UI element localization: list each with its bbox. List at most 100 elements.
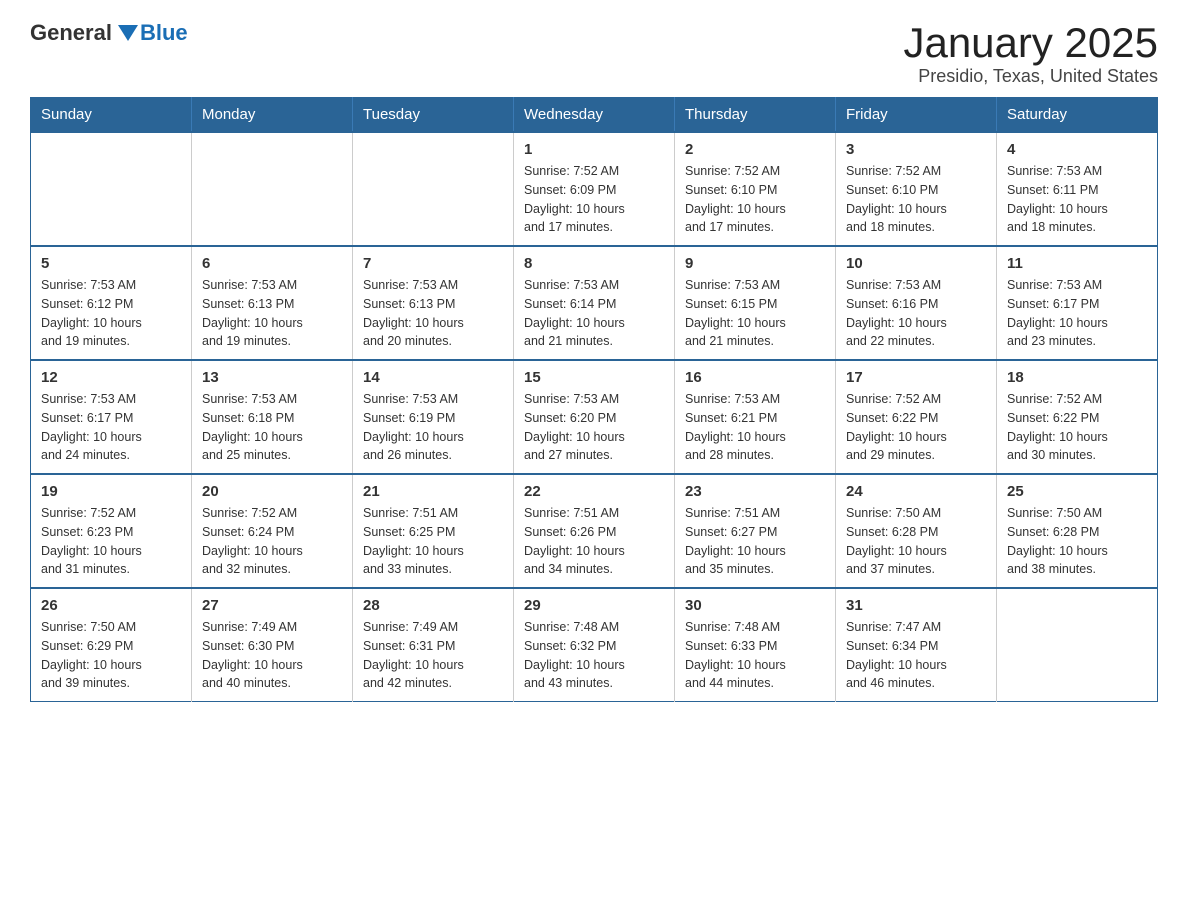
day-number: 31 [846, 597, 986, 614]
page-header: General Blue January 2025 Presidio, Texa… [30, 20, 1158, 87]
calendar-cell: 26Sunrise: 7:50 AM Sunset: 6:29 PM Dayli… [31, 588, 192, 702]
calendar-body: 1 Sunrise: 7:52 AM Sunset: 6:09 PM Daylig… [31, 132, 1158, 702]
calendar-table: SundayMondayTuesdayWednesdayThursdayFrid… [30, 97, 1158, 702]
calendar-cell: 22 Sunrise: 7:51 AM Sunset: 6:26 PM Dayli… [514, 474, 675, 588]
day-info: Sunrise: 7:53 AM Sunset: 6:12 PM Dayligh… [41, 276, 181, 351]
day-of-week-header: Tuesday [353, 98, 514, 133]
day-info: Sunrise: 7:52 AM Sunset: 6:22 PM Dayligh… [1007, 390, 1147, 465]
day-info: Sunrise: 7:52 AM Sunset: 6:10 PM Dayligh… [685, 162, 825, 237]
day-number: 7 [363, 255, 503, 272]
calendar-cell: 4 Sunrise: 7:53 AM Sunset: 6:11 PM Daylig… [997, 132, 1158, 246]
day-info: Sunrise: 7:53 AM Sunset: 6:13 PM Dayligh… [202, 276, 342, 351]
day-number: 13 [202, 369, 342, 386]
day-number: 26 [41, 597, 181, 614]
calendar-cell: 31 Sunrise: 7:47 AM Sunset: 6:34 PM Dayli… [836, 588, 997, 702]
day-of-week-header: Saturday [997, 98, 1158, 133]
calendar-week-row: 26Sunrise: 7:50 AM Sunset: 6:29 PM Dayli… [31, 588, 1158, 702]
day-info: Sunrise: 7:52 AM Sunset: 6:09 PM Dayligh… [524, 162, 664, 237]
day-info: Sunrise: 7:53 AM Sunset: 6:11 PM Dayligh… [1007, 162, 1147, 237]
day-info: Sunrise: 7:53 AM Sunset: 6:18 PM Dayligh… [202, 390, 342, 465]
day-info: Sunrise: 7:51 AM Sunset: 6:26 PM Dayligh… [524, 504, 664, 579]
day-info: Sunrise: 7:52 AM Sunset: 6:10 PM Dayligh… [846, 162, 986, 237]
day-number: 8 [524, 255, 664, 272]
day-info: Sunrise: 7:53 AM Sunset: 6:14 PM Dayligh… [524, 276, 664, 351]
day-number: 29 [524, 597, 664, 614]
day-info: Sunrise: 7:51 AM Sunset: 6:25 PM Dayligh… [363, 504, 503, 579]
day-info: Sunrise: 7:53 AM Sunset: 6:13 PM Dayligh… [363, 276, 503, 351]
day-number: 21 [363, 483, 503, 500]
day-number: 14 [363, 369, 503, 386]
title-block: January 2025 Presidio, Texas, United Sta… [903, 20, 1158, 87]
calendar-cell: 5Sunrise: 7:53 AM Sunset: 6:12 PM Daylig… [31, 246, 192, 360]
calendar-week-row: 19Sunrise: 7:52 AM Sunset: 6:23 PM Dayli… [31, 474, 1158, 588]
day-number: 10 [846, 255, 986, 272]
calendar-cell: 10 Sunrise: 7:53 AM Sunset: 6:16 PM Dayli… [836, 246, 997, 360]
calendar-cell: 28 Sunrise: 7:49 AM Sunset: 6:31 PM Dayli… [353, 588, 514, 702]
day-number: 12 [41, 369, 181, 386]
calendar-cell: 15Sunrise: 7:53 AM Sunset: 6:20 PM Dayli… [514, 360, 675, 474]
day-number: 24 [846, 483, 986, 500]
day-info: Sunrise: 7:50 AM Sunset: 6:28 PM Dayligh… [846, 504, 986, 579]
calendar-cell: 1 Sunrise: 7:52 AM Sunset: 6:09 PM Daylig… [514, 132, 675, 246]
page-title: January 2025 [903, 20, 1158, 66]
day-number: 1 [524, 141, 664, 158]
day-info: Sunrise: 7:49 AM Sunset: 6:30 PM Dayligh… [202, 618, 342, 693]
calendar-cell [192, 132, 353, 246]
calendar-cell: 27 Sunrise: 7:49 AM Sunset: 6:30 PM Dayli… [192, 588, 353, 702]
day-number: 3 [846, 141, 986, 158]
calendar-cell: 19Sunrise: 7:52 AM Sunset: 6:23 PM Dayli… [31, 474, 192, 588]
day-number: 9 [685, 255, 825, 272]
calendar-cell: 12 Sunrise: 7:53 AM Sunset: 6:17 PM Dayli… [31, 360, 192, 474]
day-info: Sunrise: 7:53 AM Sunset: 6:16 PM Dayligh… [846, 276, 986, 351]
day-info: Sunrise: 7:48 AM Sunset: 6:32 PM Dayligh… [524, 618, 664, 693]
day-info: Sunrise: 7:52 AM Sunset: 6:24 PM Dayligh… [202, 504, 342, 579]
calendar-cell [353, 132, 514, 246]
day-info: Sunrise: 7:48 AM Sunset: 6:33 PM Dayligh… [685, 618, 825, 693]
calendar-cell: 6 Sunrise: 7:53 AM Sunset: 6:13 PM Daylig… [192, 246, 353, 360]
day-number: 2 [685, 141, 825, 158]
calendar-cell: 11 Sunrise: 7:53 AM Sunset: 6:17 PM Dayli… [997, 246, 1158, 360]
day-number: 22 [524, 483, 664, 500]
day-of-week-header: Friday [836, 98, 997, 133]
logo-triangle-icon [118, 25, 138, 41]
day-number: 11 [1007, 255, 1147, 272]
day-info: Sunrise: 7:53 AM Sunset: 6:17 PM Dayligh… [41, 390, 181, 465]
calendar-cell: 17 Sunrise: 7:52 AM Sunset: 6:22 PM Dayli… [836, 360, 997, 474]
day-number: 16 [685, 369, 825, 386]
calendar-cell: 25Sunrise: 7:50 AM Sunset: 6:28 PM Dayli… [997, 474, 1158, 588]
day-number: 28 [363, 597, 503, 614]
calendar-cell: 14Sunrise: 7:53 AM Sunset: 6:19 PM Dayli… [353, 360, 514, 474]
calendar-cell: 30 Sunrise: 7:48 AM Sunset: 6:33 PM Dayli… [675, 588, 836, 702]
calendar-cell: 21 Sunrise: 7:51 AM Sunset: 6:25 PM Dayli… [353, 474, 514, 588]
calendar-cell [997, 588, 1158, 702]
day-number: 18 [1007, 369, 1147, 386]
calendar-cell: 23 Sunrise: 7:51 AM Sunset: 6:27 PM Dayli… [675, 474, 836, 588]
day-number: 23 [685, 483, 825, 500]
day-number: 6 [202, 255, 342, 272]
day-of-week-header: Wednesday [514, 98, 675, 133]
calendar-cell: 8 Sunrise: 7:53 AM Sunset: 6:14 PM Daylig… [514, 246, 675, 360]
day-number: 27 [202, 597, 342, 614]
day-info: Sunrise: 7:49 AM Sunset: 6:31 PM Dayligh… [363, 618, 503, 693]
day-info: Sunrise: 7:52 AM Sunset: 6:22 PM Dayligh… [846, 390, 986, 465]
calendar-cell: 13 Sunrise: 7:53 AM Sunset: 6:18 PM Dayli… [192, 360, 353, 474]
calendar-cell: 2 Sunrise: 7:52 AM Sunset: 6:10 PM Daylig… [675, 132, 836, 246]
calendar-cell: 20 Sunrise: 7:52 AM Sunset: 6:24 PM Dayli… [192, 474, 353, 588]
day-info: Sunrise: 7:51 AM Sunset: 6:27 PM Dayligh… [685, 504, 825, 579]
day-info: Sunrise: 7:53 AM Sunset: 6:17 PM Dayligh… [1007, 276, 1147, 351]
day-info: Sunrise: 7:47 AM Sunset: 6:34 PM Dayligh… [846, 618, 986, 693]
day-info: Sunrise: 7:52 AM Sunset: 6:23 PM Dayligh… [41, 504, 181, 579]
day-info: Sunrise: 7:53 AM Sunset: 6:21 PM Dayligh… [685, 390, 825, 465]
day-number: 15 [524, 369, 664, 386]
day-number: 4 [1007, 141, 1147, 158]
day-of-week-header: Sunday [31, 98, 192, 133]
day-number: 25 [1007, 483, 1147, 500]
day-number: 17 [846, 369, 986, 386]
calendar-week-row: 1 Sunrise: 7:52 AM Sunset: 6:09 PM Daylig… [31, 132, 1158, 246]
day-number: 20 [202, 483, 342, 500]
page-subtitle: Presidio, Texas, United States [903, 66, 1158, 87]
day-number: 30 [685, 597, 825, 614]
calendar-week-row: 5Sunrise: 7:53 AM Sunset: 6:12 PM Daylig… [31, 246, 1158, 360]
day-info: Sunrise: 7:53 AM Sunset: 6:15 PM Dayligh… [685, 276, 825, 351]
calendar-cell: 7 Sunrise: 7:53 AM Sunset: 6:13 PM Daylig… [353, 246, 514, 360]
